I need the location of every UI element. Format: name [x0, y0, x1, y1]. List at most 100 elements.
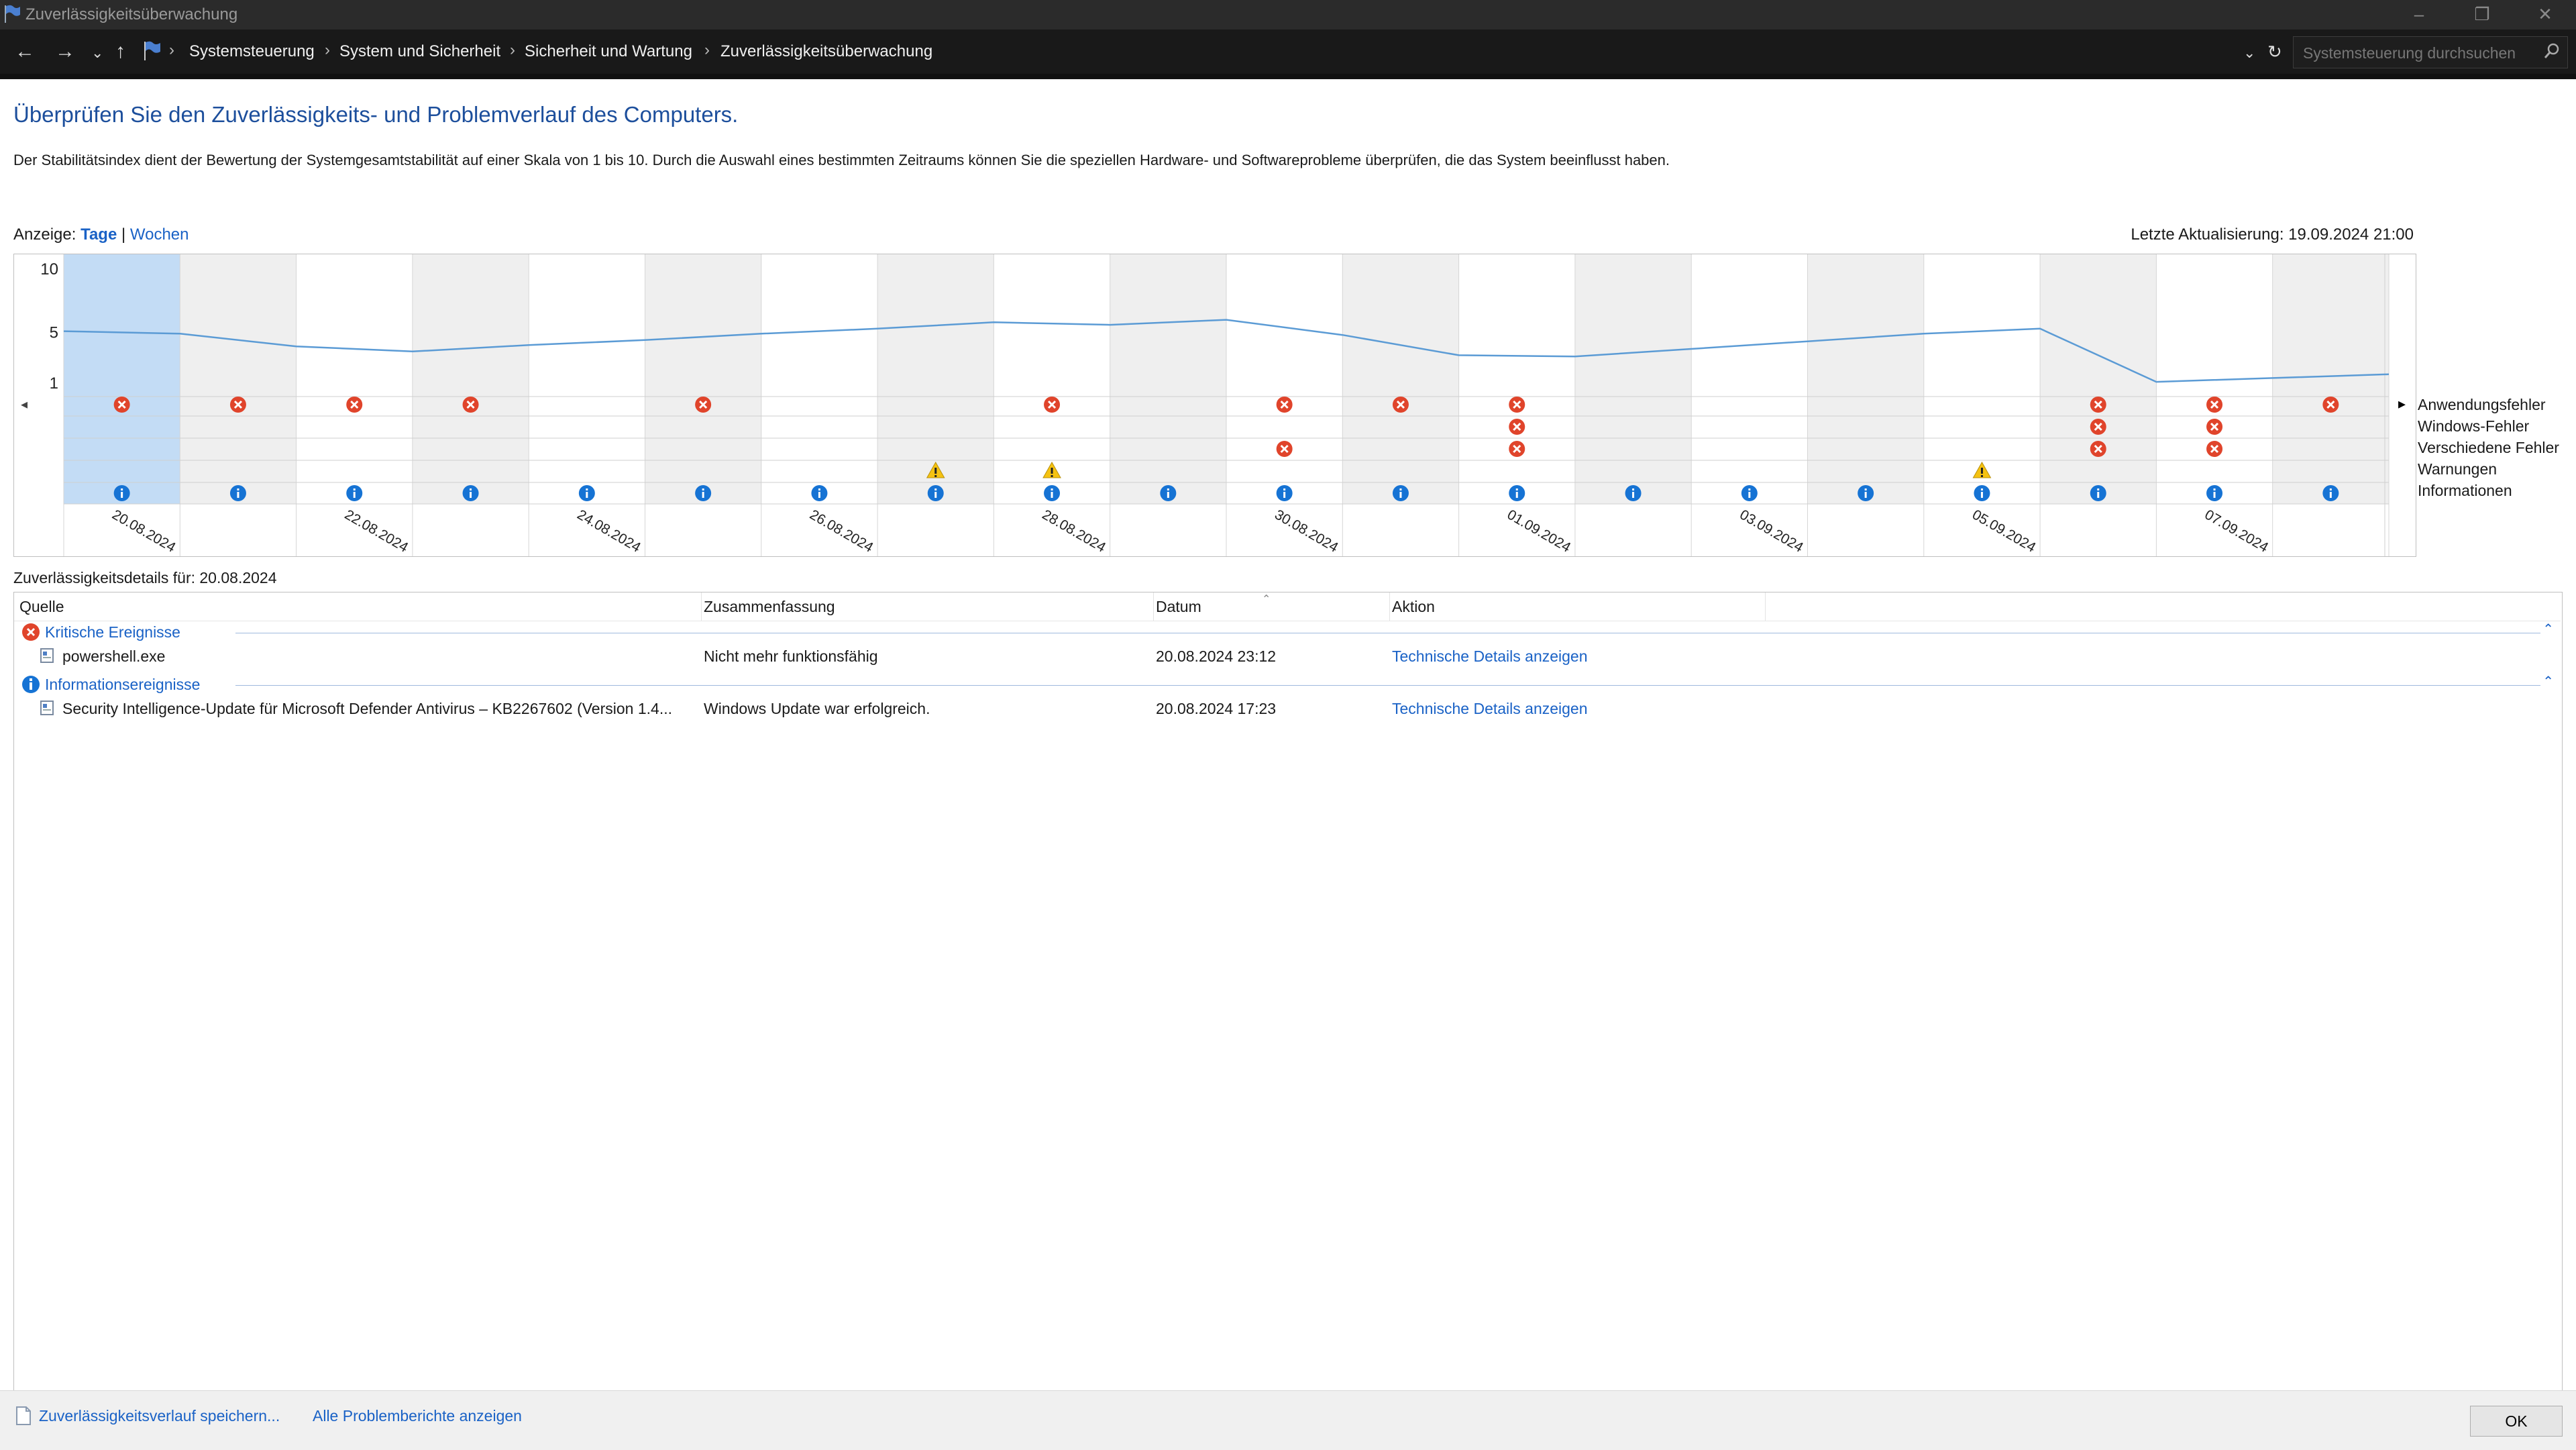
day-column[interactable]: [1342, 254, 1459, 504]
search-icon: [2544, 43, 2559, 58]
column-header-summary[interactable]: Zusammenfassung: [704, 598, 835, 616]
column-divider[interactable]: [1389, 592, 1390, 621]
info-icon-mark: [121, 492, 123, 498]
warning-icon-dot: [1051, 475, 1053, 477]
table-row[interactable]: Security Intelligence-Update für Microso…: [14, 696, 2561, 720]
view-separator: |: [121, 225, 126, 244]
day-column[interactable]: [1574, 254, 1692, 504]
breadcrumb-system-und-sicherheit[interactable]: System und Sicherheit: [339, 42, 500, 61]
day-column[interactable]: [1110, 254, 1226, 504]
page-description: Der Stabilitätsindex dient der Bewertung…: [13, 152, 1670, 168]
info-icon-mark: [1051, 492, 1053, 498]
info-icon-dot: [2329, 488, 2332, 490]
window-title: Zuverlässigkeitsüberwachung: [25, 5, 238, 23]
day-column[interactable]: [761, 254, 878, 504]
day-column[interactable]: [1807, 254, 1924, 504]
group-information-events[interactable]: Informationsereignisse ⌃: [14, 673, 2561, 696]
search-placeholder: Systemsteuerung durchsuchen: [2303, 44, 2516, 62]
ok-button[interactable]: OK: [2470, 1406, 2563, 1437]
restore-button[interactable]: ❐: [2462, 3, 2502, 25]
search-input[interactable]: Systemsteuerung durchsuchen: [2293, 36, 2568, 68]
day-column[interactable]: [180, 254, 297, 504]
address-dropdown-icon[interactable]: ⌄: [2243, 44, 2255, 62]
last-update: Letzte Aktualisierung: 19.09.2024 21:00: [2131, 225, 2414, 244]
technical-details-link[interactable]: Technische Details anzeigen: [1392, 700, 1588, 718]
day-column[interactable]: [412, 254, 529, 504]
day-column[interactable]: [645, 254, 761, 504]
application-icon: [40, 701, 54, 715]
details-title: Zuverlässigkeitsdetails für: 20.08.2024: [13, 569, 277, 586]
column-divider[interactable]: [1153, 592, 1154, 621]
column-header-date[interactable]: Datum: [1156, 598, 1201, 616]
day-column[interactable]: [2272, 254, 2389, 504]
technical-details-link[interactable]: Technische Details anzeigen: [1392, 648, 1588, 666]
row-date: 20.08.2024 17:23: [1156, 700, 1277, 717]
day-column[interactable]: [296, 254, 413, 504]
category-label-app-errors: Anwendungsfehler: [2418, 396, 2546, 413]
group-critical-events[interactable]: Kritische Ereignisse ⌃: [14, 621, 2561, 643]
info-icon-dot: [1399, 488, 1402, 490]
error-icon: [22, 623, 40, 641]
x-tick-label: 05.09.2024: [1970, 507, 2039, 556]
breadcrumb-zuverlaessigkeit[interactable]: Zuverlässigkeitsüberwachung: [720, 42, 932, 61]
info-icon-dot: [1748, 488, 1751, 490]
info-icon-dot: [237, 488, 239, 490]
column-divider[interactable]: [701, 592, 702, 621]
info-icon-dot: [1632, 488, 1635, 490]
x-tick-label: 07.09.2024: [2202, 507, 2271, 556]
x-tick-label: 28.08.2024: [1040, 507, 1109, 556]
info-icon-dot: [353, 488, 356, 490]
application-icon: [40, 648, 54, 663]
scroll-left-arrow-icon[interactable]: ◂: [21, 396, 28, 412]
stability-chart-svg[interactable]: 10 5 1 ◂ ▸ 20.08.2024 22.08.2024 24.08.2024 26.0…: [14, 254, 2416, 556]
day-column[interactable]: [2040, 254, 2157, 504]
breadcrumb-separator-icon: ›: [169, 41, 174, 59]
info-icon-dot: [2097, 488, 2100, 490]
refresh-icon[interactable]: ↻: [2267, 42, 2282, 62]
category-label-warnings: Warnungen: [2418, 460, 2498, 478]
info-icon-mark: [2213, 492, 2216, 498]
collapse-chevron-icon[interactable]: ⌃: [2542, 621, 2554, 637]
up-arrow-icon[interactable]: ↑: [115, 40, 125, 63]
save-history-link[interactable]: Zuverlässigkeitsverlauf speichern...: [39, 1407, 280, 1425]
table-header: Quelle Zusammenfassung Datum ⌃ Aktion: [14, 592, 2561, 621]
view-days-link[interactable]: Tage: [80, 225, 117, 244]
row-source: powershell.exe: [62, 648, 166, 665]
breadcrumb-systemsteuerung[interactable]: Systemsteuerung: [189, 42, 315, 61]
row-summary: Nicht mehr funktionsfähig: [704, 648, 878, 665]
control-panel-flag-icon: [144, 41, 160, 60]
group-title: Informationsereignisse: [45, 676, 201, 693]
view-weeks-link[interactable]: Wochen: [130, 225, 189, 244]
breadcrumb-separator-icon: ›: [510, 41, 515, 59]
navigation-bar: ← → ⌄ ↑ › Systemsteuerung › System und S…: [0, 30, 2576, 74]
day-column[interactable]: [529, 254, 645, 504]
info-icon-dot: [121, 488, 123, 490]
day-column[interactable]: [1458, 254, 1575, 504]
collapse-chevron-icon[interactable]: ⌃: [2542, 673, 2554, 690]
info-icon-mark: [2097, 492, 2100, 498]
table-row[interactable]: powershell.exe Nicht mehr funktionsfähig…: [14, 643, 2561, 668]
column-header-source[interactable]: Quelle: [19, 598, 64, 616]
forward-arrow-icon[interactable]: →: [55, 40, 75, 63]
column-header-action[interactable]: Aktion: [1392, 598, 1435, 616]
breadcrumb-sicherheit-und-wartung[interactable]: Sicherheit und Wartung: [525, 42, 692, 61]
stability-chart[interactable]: 10 5 1 ◂ ▸ 20.08.2024 22.08.2024 24.08.2024 26.0…: [13, 254, 2416, 557]
warning-icon-dot: [1980, 475, 1983, 477]
info-icon-dot: [1980, 488, 1983, 490]
info-icon-mark: [702, 492, 704, 498]
flag-icon: [5, 5, 20, 23]
day-column[interactable]: [1226, 254, 1343, 504]
day-column[interactable]: [64, 254, 180, 504]
minimize-button[interactable]: –: [2399, 3, 2439, 25]
info-icon: [22, 676, 40, 693]
x-tick-label: 26.08.2024: [807, 507, 876, 556]
all-problem-reports-link[interactable]: Alle Problemberichte anzeigen: [313, 1407, 522, 1425]
y-tick-label: 10: [40, 260, 58, 278]
column-divider[interactable]: [1765, 592, 1766, 621]
y-tick-label: 1: [50, 374, 58, 393]
day-column[interactable]: [1691, 254, 1808, 504]
back-arrow-icon[interactable]: ←: [15, 40, 35, 63]
scroll-right-arrow-icon[interactable]: ▸: [2398, 396, 2406, 413]
close-button[interactable]: ✕: [2525, 3, 2565, 25]
recent-dropdown-icon[interactable]: ⌄: [91, 44, 103, 62]
